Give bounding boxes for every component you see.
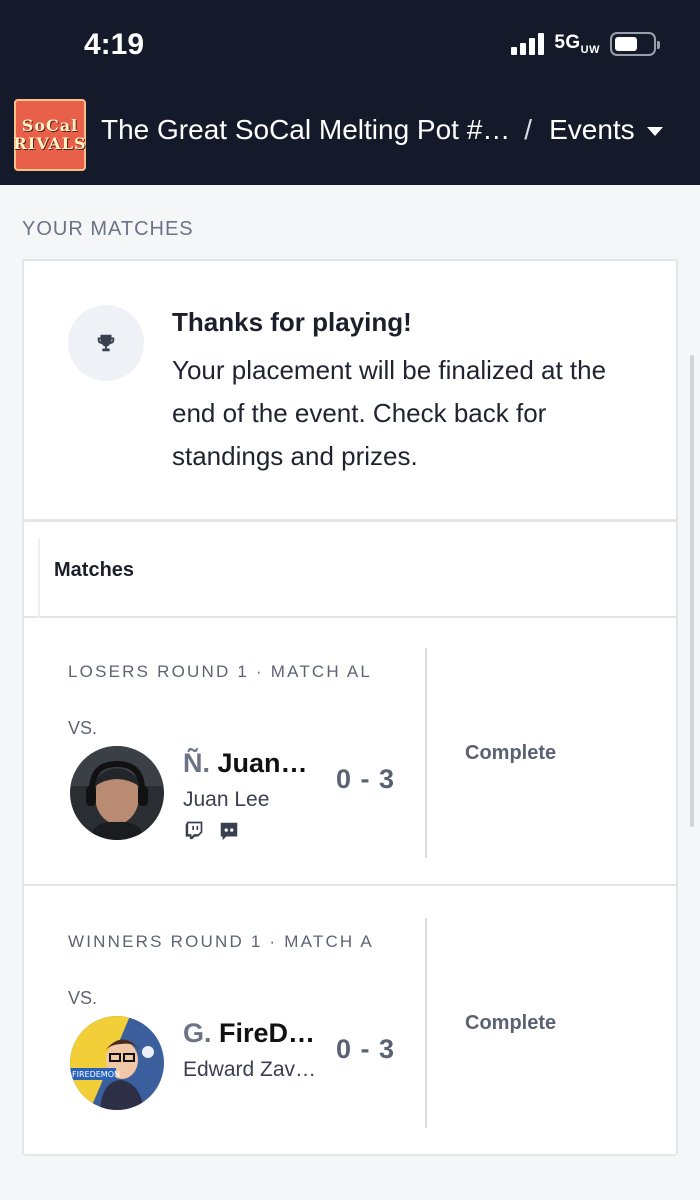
vs-label: VS. [68,718,98,738]
match-round-label: WINNERS ROUND 1 · MATCH A [68,932,374,951]
match-row[interactable]: LOSERS ROUND 1 · MATCH AL VS. Ñ. Juan… J… [24,618,676,886]
match-row[interactable]: WINNERS ROUND 1 · MATCH A VS. FIREDEMON … [24,888,676,1156]
breadcrumb-separator: / [524,114,533,145]
matches-header: Matches [24,522,676,618]
social-links [184,820,240,847]
opponent-gamertag: FireD… [219,1018,316,1048]
match-score: 0 - 3 [336,764,396,794]
discord-icon[interactable] [218,820,240,847]
thanks-message: Your placement will be finalized at the … [172,355,607,471]
your-matches-heading: YOUR MATCHES [22,218,194,240]
opponent-gamertag: Juan… [217,748,308,778]
sponsor-prefix: Ñ. [183,748,210,778]
avatar-label: FIREDEMON [72,1070,120,1079]
sponsor-prefix: G. [183,1018,212,1048]
match-status: Complete [465,742,557,764]
opponent-real-name: Edward Zav… [183,1058,317,1081]
socal-rivals-logo[interactable]: SoCal RIVALS [13,99,86,171]
breadcrumb: The Great SoCal Melting Pot #… / Events [101,114,663,146]
status-indicators: 5GUW [511,32,660,56]
app-header: 4:19 5GUW SoCal RIVALS The Great SoCal M… [0,0,700,185]
opponent-avatar[interactable] [70,746,164,840]
column-divider [425,648,427,858]
match-score: 0 - 3 [336,1034,396,1064]
thanks-card: Thanks for playing! Your placement will … [22,259,678,521]
match-round-label: LOSERS ROUND 1 · MATCH AL [68,662,373,681]
matches-panel: Matches LOSERS ROUND 1 · MATCH AL VS. Ñ.… [22,520,678,1156]
opponent-real-name: Juan Lee [183,788,270,811]
chevron-down-icon[interactable] [646,127,663,136]
network-label: 5GUW [554,32,600,56]
opponent-avatar[interactable]: FIREDEMON [70,1016,164,1110]
vs-label: VS. [68,988,98,1008]
trophy-icon [68,305,144,381]
match-status: Complete [465,1012,557,1034]
opponent-name[interactable]: G. FireD… [183,1018,315,1049]
column-divider [425,918,427,1128]
thanks-title: Thanks for playing! [172,307,412,337]
scrollbar[interactable] [690,355,694,827]
twitch-icon[interactable] [184,820,204,847]
matches-title: Matches [54,559,135,581]
battery-icon [610,32,660,56]
signal-icon [511,33,545,55]
breadcrumb-event-link[interactable]: The Great SoCal Melting Pot #… [101,114,510,146]
events-dropdown[interactable]: Events [549,114,635,146]
opponent-name[interactable]: Ñ. Juan… [183,748,308,779]
status-time: 4:19 [84,28,145,61]
